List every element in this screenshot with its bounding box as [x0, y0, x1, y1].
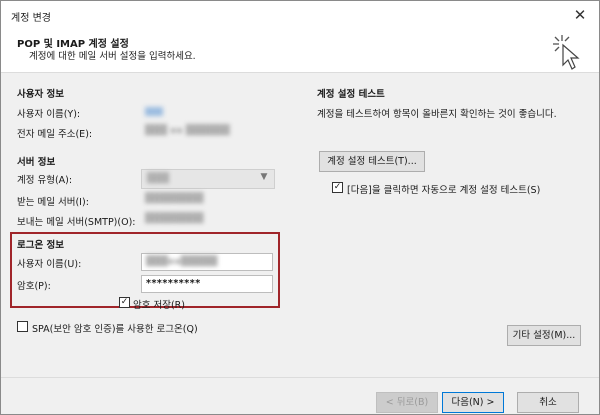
login-username-label: 사용자 이름(U):	[17, 259, 82, 270]
dialog-body: 사용자 정보 사용자 이름(Y): 전자 메일 주소(E): ███ ▪▪ ██…	[1, 74, 599, 374]
back-button[interactable]: < 뒤로(B)	[376, 392, 438, 413]
title-bar: 계정 변경 ✕	[1, 1, 599, 29]
test-heading: 계정 설정 테스트	[317, 89, 385, 100]
login-info-heading: 로그온 정보	[17, 240, 65, 251]
server-info-heading: 서버 정보	[17, 157, 56, 168]
spa-label: SPA(보안 암호 인증)를 사용한 로그온(Q)	[32, 324, 198, 335]
test-description: 계정을 테스트하여 항목이 올바른지 확인하는 것이 좋습니다.	[317, 109, 557, 120]
spa-checkbox[interactable]	[17, 321, 28, 332]
outgoing-server-field[interactable]: ████████	[141, 211, 273, 229]
incoming-server-label: 받는 메일 서버(I):	[17, 197, 89, 208]
auto-test-label: [다음]을 클릭하면 자동으로 계정 설정 테스트(S)	[347, 185, 541, 196]
user-info-heading: 사용자 정보	[17, 89, 65, 100]
dialog-header: POP 및 IMAP 계정 설정 계정에 대한 메일 서버 설정을 입력하세요.	[1, 29, 599, 73]
account-change-dialog: 계정 변경 ✕ POP 및 IMAP 계정 설정 계정에 대한 메일 서버 설정…	[0, 0, 600, 415]
password-field[interactable]: **********	[141, 275, 273, 293]
chevron-down-icon: ▼	[260, 172, 268, 182]
login-username-field[interactable]: ███▪▪█████	[141, 253, 273, 271]
account-type-select[interactable]: ███ ▼	[141, 169, 275, 189]
remember-password-label: 암호 저장(R)	[133, 300, 185, 311]
remember-password-checkbox[interactable]: ✓	[119, 297, 130, 308]
outgoing-server-label: 보내는 메일 서버(SMTP)(O):	[17, 217, 136, 228]
incoming-server-field[interactable]: ████████	[141, 191, 273, 209]
footer-divider	[1, 377, 599, 378]
auto-test-checkbox[interactable]: ✓	[332, 182, 343, 193]
user-name-label: 사용자 이름(Y):	[17, 109, 81, 120]
password-label: 암호(P):	[17, 281, 51, 292]
window-title: 계정 변경	[11, 13, 51, 24]
email-label: 전자 메일 주소(E):	[17, 129, 93, 140]
more-settings-button[interactable]: 기타 설정(M)...	[507, 325, 581, 346]
user-name-field[interactable]	[141, 103, 273, 121]
header-subtitle: 계정에 대한 메일 서버 설정을 입력하세요.	[29, 51, 196, 62]
close-icon[interactable]: ✕	[569, 4, 591, 26]
account-type-label: 계정 유형(A):	[17, 175, 73, 186]
click-cursor-icon	[553, 35, 580, 70]
test-account-button[interactable]: 계정 설정 테스트(T)...	[319, 151, 425, 172]
cancel-button[interactable]: 취소	[517, 392, 579, 413]
email-field[interactable]: ███ ▪▪ ██████	[141, 123, 273, 141]
next-button[interactable]: 다음(N) >	[442, 392, 504, 413]
